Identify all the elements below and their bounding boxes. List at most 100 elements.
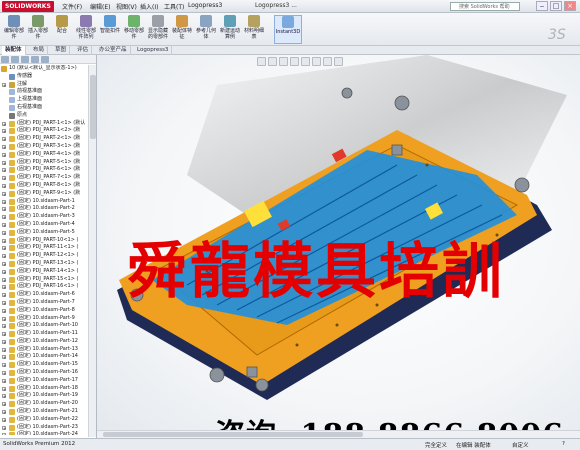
solidworks-logo[interactable]: SOLIDWORKS xyxy=(2,1,54,12)
expand-toggle-icon[interactable]: + xyxy=(2,246,6,251)
expand-toggle-icon[interactable]: + xyxy=(2,254,6,259)
expand-toggle-icon[interactable]: + xyxy=(2,417,6,422)
status-help-icon[interactable]: ? xyxy=(562,441,565,447)
tree-item-part[interactable]: + (固定) PDJ_PART-8<1> (默 xyxy=(0,182,88,190)
tree-item-part[interactable]: + (固定) PDJ_PART-12<1> ( xyxy=(0,252,88,260)
tree-item-folder[interactable]: 右视基准面 xyxy=(0,104,88,112)
tree-item-part[interactable]: + (固定) 10.sldasm-Part-10 xyxy=(0,322,88,330)
tree-item-part[interactable]: + (固定) PDJ_PART-7<1> (默 xyxy=(0,174,88,182)
graphics-horizontal-scrollbar[interactable] xyxy=(97,430,580,438)
tree-item-part[interactable]: + (固定) 10.sldasm-Part-11 xyxy=(0,330,88,338)
expand-toggle-icon[interactable]: + xyxy=(2,176,6,181)
expand-toggle-icon[interactable]: + xyxy=(2,230,6,235)
feature-manager-tab-icon[interactable] xyxy=(1,56,9,63)
expand-toggle-icon[interactable]: + xyxy=(2,207,6,212)
expand-toggle-icon[interactable]: + xyxy=(2,378,6,383)
status-units[interactable]: 自定义 xyxy=(512,441,529,449)
ribbon-insert-component[interactable]: 插入零部件 xyxy=(26,15,50,44)
expand-toggle-icon[interactable]: + xyxy=(2,402,6,407)
tab-office-products[interactable]: 办公室产品 xyxy=(96,46,131,55)
tree-scrollbar[interactable] xyxy=(88,65,96,437)
close-button[interactable]: × xyxy=(564,1,576,11)
expand-toggle-icon[interactable]: + xyxy=(2,121,6,126)
expand-toggle-icon[interactable]: + xyxy=(2,222,6,227)
ribbon-bill-of-materials[interactable]: 材料明细表 xyxy=(242,15,266,44)
tree-item-part[interactable]: + (固定) 10.sldasm-Part-15 xyxy=(0,361,88,369)
expand-toggle-icon[interactable]: + xyxy=(2,168,6,173)
tree-item-root-assembly[interactable]: 10 (默认<默认_显示状态-1>) xyxy=(0,65,88,73)
ribbon-show-hidden[interactable]: 显示隐藏的零部件 xyxy=(146,15,170,44)
expand-toggle-icon[interactable]: + xyxy=(2,347,6,352)
tree-item-part[interactable]: + (固定) PDJ_PART-13<1> ( xyxy=(0,260,88,268)
menu-tools[interactable]: 工具(T) xyxy=(164,2,184,11)
tree-item-part[interactable]: + (固定) 10.sldasm-Part-6 xyxy=(0,291,88,299)
ribbon-smart-fasteners[interactable]: 智能扣件 xyxy=(98,15,122,44)
tab-layout[interactable]: 布局 xyxy=(30,46,49,55)
expand-toggle-icon[interactable]: + xyxy=(2,191,6,196)
expand-toggle-icon[interactable]: + xyxy=(2,363,6,368)
tree-item-part[interactable]: + (固定) 10.sldasm-Part-2 xyxy=(0,205,88,213)
expand-toggle-icon[interactable]: + xyxy=(2,285,6,290)
expand-toggle-icon[interactable]: + xyxy=(2,355,6,360)
expand-toggle-icon[interactable]: + xyxy=(2,277,6,282)
configuration-manager-tab-icon[interactable] xyxy=(21,56,29,63)
tab-sketch[interactable]: 草图 xyxy=(52,46,71,55)
tree-item-folder[interactable]: 原点 xyxy=(0,112,88,120)
tree-item-folder[interactable]: 上视基准面 xyxy=(0,96,88,104)
expand-toggle-icon[interactable]: + xyxy=(2,82,6,87)
expand-toggle-icon[interactable]: + xyxy=(2,308,6,313)
tree-item-folder[interactable]: + 注解 xyxy=(0,81,88,89)
minimize-button[interactable]: ‒ xyxy=(536,1,548,11)
tree-item-folder[interactable]: 传感器 xyxy=(0,73,88,81)
expand-toggle-icon[interactable]: + xyxy=(2,269,6,274)
expand-toggle-icon[interactable]: + xyxy=(2,215,6,220)
tree-item-part[interactable]: + (固定) 10.sldasm-Part-12 xyxy=(0,338,88,346)
expand-toggle-icon[interactable]: + xyxy=(2,394,6,399)
tree-item-part[interactable]: + (固定) 10.sldasm-Part-3 xyxy=(0,213,88,221)
tree-item-part[interactable]: + (固定) PDJ_PART-4<1> (默 xyxy=(0,151,88,159)
tree-item-part[interactable]: + (固定) 10.sldasm-Part-8 xyxy=(0,307,88,315)
graphics-area[interactable]: 舜龍模具培訓 咨询: 188 8866 8006 xyxy=(97,55,580,438)
tree-item-part[interactable]: + (固定) 10.sldasm-Part-5 xyxy=(0,229,88,237)
menu-file[interactable]: 文件(F) xyxy=(62,2,82,11)
expand-toggle-icon[interactable]: + xyxy=(2,332,6,337)
expand-toggle-icon[interactable]: + xyxy=(2,316,6,321)
display-manager-tab-icon[interactable] xyxy=(41,56,49,63)
tree-scrollbar-thumb[interactable] xyxy=(90,75,96,139)
expand-toggle-icon[interactable]: + xyxy=(2,371,6,376)
tree-item-part[interactable]: + (固定) 10.sldasm-Part-22 xyxy=(0,416,88,424)
expand-toggle-icon[interactable]: + xyxy=(2,433,6,435)
tab-evaluate[interactable]: 评估 xyxy=(74,46,93,55)
expand-toggle-icon[interactable]: + xyxy=(2,300,6,305)
tree-item-part[interactable]: + (固定) PDJ_PART-6<1> (默 xyxy=(0,166,88,174)
ribbon-new-motion-study[interactable]: 新建运动算例 xyxy=(218,15,242,44)
tree-item-folder[interactable]: 前视基准面 xyxy=(0,88,88,96)
instant3d-button[interactable]: Instant3D xyxy=(274,15,302,44)
property-manager-tab-icon[interactable] xyxy=(11,56,19,63)
graphics-scrollbar-thumb[interactable] xyxy=(103,432,363,437)
tab-logopress3[interactable]: Logopress3 xyxy=(134,46,173,55)
tab-assembly[interactable]: 装配体 xyxy=(2,46,26,55)
maximize-button[interactable]: □ xyxy=(550,1,562,11)
tree-item-part[interactable]: + (固定) 10.sldasm-Part-4 xyxy=(0,221,88,229)
tree-item-part[interactable]: + (固定) PDJ_PART-14<1> ( xyxy=(0,268,88,276)
ribbon-reference-geometry[interactable]: 参考几何体 xyxy=(194,15,218,44)
ribbon-move-component[interactable]: 移动零部件 xyxy=(122,15,146,44)
menu-logopress[interactable]: Logopress3 xyxy=(188,2,222,9)
expand-toggle-icon[interactable]: + xyxy=(2,152,6,157)
expand-toggle-icon[interactable]: + xyxy=(2,160,6,165)
ribbon-assembly-features[interactable]: 装配体特征 xyxy=(170,15,194,44)
expand-toggle-icon[interactable]: + xyxy=(2,183,6,188)
expand-toggle-icon[interactable]: + xyxy=(2,293,6,298)
expand-toggle-icon[interactable]: + xyxy=(2,144,6,149)
expand-toggle-icon[interactable]: + xyxy=(2,238,6,243)
tree-item-part[interactable]: + (固定) 10.sldasm-Part-20 xyxy=(0,400,88,408)
menu-insert[interactable]: 插入(I) xyxy=(140,2,158,11)
ribbon-mate[interactable]: 配合 xyxy=(50,15,74,44)
tree-item-part[interactable]: + (固定) 10.sldasm-Part-17 xyxy=(0,377,88,385)
expand-toggle-icon[interactable]: + xyxy=(2,425,6,430)
expand-toggle-icon[interactable]: + xyxy=(2,261,6,266)
tree-item-part[interactable]: + (固定) 10.sldasm-Part-21 xyxy=(0,408,88,416)
expand-toggle-icon[interactable]: + xyxy=(2,410,6,415)
expand-toggle-icon[interactable]: + xyxy=(2,129,6,134)
